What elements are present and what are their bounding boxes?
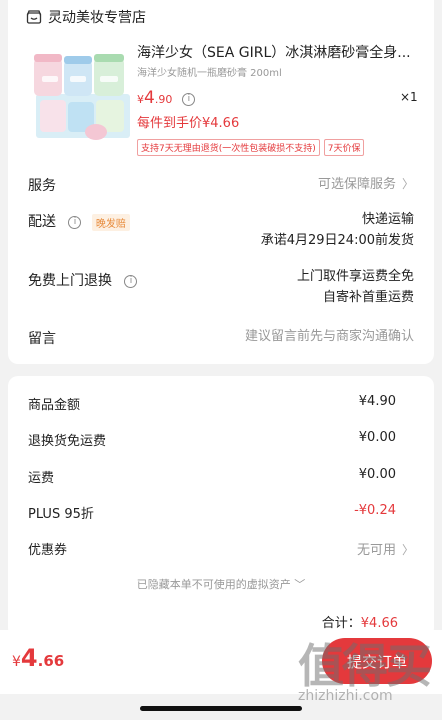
checkout-integer: 4 [20,644,38,672]
price-currency: ¥ [137,93,144,106]
delivery-method[interactable]: 快递运输 [362,209,414,231]
order-item-card: 灵动美妆专营店 海洋少女（SEA GIRL）冰淇淋磨砂膏全身... 海洋少女随机… [8,0,434,364]
delivery-promise: 承诺4月29日24:00前发货 [260,233,414,248]
return-policy-tag: 支持7天无理由退货(一次性包装破损不支持) [137,139,320,156]
return-shipping-label: 退换货免运费 [28,434,107,449]
delivery-label-row: 配送 i 晚发赔 [28,211,130,231]
watermark-url: zhizhizhi.com [298,688,393,704]
watermark-logo: 值得买 [298,639,432,693]
fee-summary-card: 商品金额 ¥4.90 退换货免运费 ¥0.00 运费 ¥0.00 PLUS 95… [8,376,434,638]
product-quantity: ×1 [400,90,418,104]
delivery-info-icon[interactable]: i [68,215,82,229]
checkout-currency: ¥ [12,654,21,670]
price-info-icon[interactable]: i [182,93,196,106]
pickup-label: 免费上门退换 [28,273,112,289]
home-indicator[interactable] [140,706,302,711]
store-header[interactable]: 灵动美妆专营店 [26,6,146,28]
note-label: 留言 [28,331,56,347]
service-label: 服务 [28,178,56,194]
product-thumbnail[interactable] [30,50,136,152]
product-tags: 支持7天无理由退货(一次性包装破损不支持) 7天价保 [137,139,365,156]
checkout-decimal: .66 [37,652,65,670]
chevron-right-icon: 〉 [401,177,414,191]
pickup-label-row: 免费上门退换 i [28,270,138,290]
product-price: ¥ 4 .90 i [137,88,196,108]
price-protect-tag: 7天价保 [323,139,365,156]
total-amount: ¥4.66 [360,616,398,631]
pickup-value-1: 上门取件享运费全免 [296,269,414,284]
pickup-info-icon[interactable]: i [124,274,138,288]
price-integer: 4 [144,88,155,108]
goods-amount-value: ¥4.90 [358,394,396,409]
return-shipping-value: ¥0.00 [358,430,396,445]
goods-amount-label: 商品金额 [28,398,81,413]
order-total: 合计：¥4.66 [322,612,398,631]
service-value: 可选保障服务 [317,177,396,192]
coupon-label: 优惠券 [28,543,68,558]
pickup-value-2: 自寄补首重运费 [322,290,414,305]
unit-final-price: 每件到手价¥4.66 [137,116,240,131]
coupon-selector[interactable]: 无可用〉 [357,539,414,558]
hidden-assets-toggle[interactable]: 已隐藏本单不可使用的虚拟资产 ﹀ [8,576,434,592]
total-label: 合计： [321,616,361,631]
product-title[interactable]: 海洋少女（SEA GIRL）冰淇淋磨砂膏全身... [137,42,423,62]
note-input[interactable]: 建议留言前先与商家沟通确认 [245,326,414,348]
service-option[interactable]: 可选保障服务〉 [318,173,414,196]
late-compensation-badge: 晚发赔 [91,213,130,231]
coupon-value: 无可用 [356,543,396,558]
plus-discount-value: -¥0.24 [354,503,396,518]
plus-discount-label: PLUS 95折 [28,507,94,522]
shipping-label: 运费 [28,471,55,486]
checkout-price: ¥ 4 .66 [12,644,64,672]
product-spec: 海洋少女随机一瓶磨砂膏 200ml [137,68,282,79]
chevron-right-icon: 〉 [401,543,414,557]
delivery-label: 配送 [28,214,56,230]
store-name: 灵动美妆专营店 [48,10,146,26]
store-icon [26,10,42,24]
price-decimal: .90 [154,93,173,106]
shipping-value: ¥0.00 [358,467,396,482]
